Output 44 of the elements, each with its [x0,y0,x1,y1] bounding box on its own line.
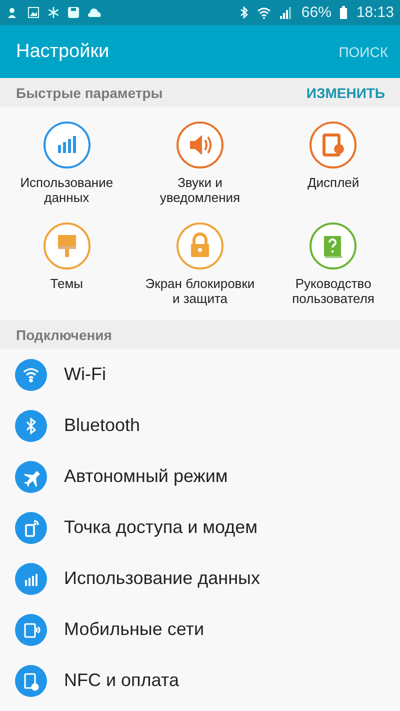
settings-row[interactable]: Bluetooth [0,400,400,451]
settings-row[interactable]: Мобильные сети [0,604,400,655]
bluetooth-icon [15,410,47,442]
settings-row[interactable]: Автономный режим [0,451,400,502]
speaker-icon[interactable] [176,121,224,169]
tile-label[interactable]: Экран блокировки и защита [142,276,258,306]
section-title: Быстрые параметры [16,84,163,100]
wifi-icon [15,358,47,390]
row-label: Wi-Fi [64,364,106,385]
row-label: Bluetooth [64,415,140,436]
paint-roller-icon[interactable] [42,222,91,270]
settings-row[interactable]: NFC и оплата [0,655,400,706]
image-icon [28,7,39,18]
row-label: Точка доступа и модем [64,517,258,538]
tile-label[interactable]: Использование данных [8,175,125,205]
bar-chart-icon [15,562,47,594]
section-title: Подключения [16,326,112,342]
save-icon [68,7,79,18]
row-label: Мобильные сети [64,619,204,640]
snowflake-icon [48,7,59,18]
airplane-icon [15,460,47,492]
battery-icon [340,6,348,19]
settings-row[interactable]: Использование данных [0,553,400,604]
padlock-icon[interactable] [176,222,224,270]
bluetooth-icon [240,6,248,19]
phone-signal-icon [15,614,47,646]
tile-label[interactable]: Дисплей [275,175,392,190]
hotspot-icon [15,512,47,544]
settings-row[interactable]: Точка доступа и модем [0,502,400,553]
row-label: NFC и оплата [64,670,179,691]
tile-label[interactable]: Темы [8,276,125,290]
wifi-icon [257,6,272,19]
row-label: Автономный режим [64,466,228,487]
battery-percent: 66% [301,4,332,21]
help-book-icon[interactable] [309,222,358,270]
tile-label[interactable]: Руководство пользователя [275,276,392,306]
bar-chart-icon[interactable] [42,121,91,169]
signal-icon [280,6,292,18]
screen-title: Настройки [16,40,110,62]
row-label: Использование данных [64,568,260,589]
tile-label[interactable]: Звуки и уведомления [142,175,258,205]
settings-row[interactable]: Wi-Fi [0,349,400,400]
clock-time: 18:13 [356,4,394,21]
cloud-icon [88,8,102,17]
